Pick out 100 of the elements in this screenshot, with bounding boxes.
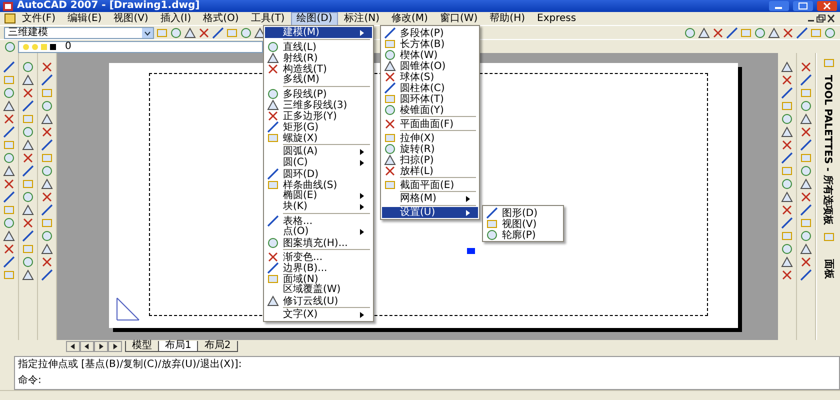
- menu-item[interactable]: 视图(V): [484, 218, 562, 229]
- circle-icon[interactable]: [4, 40, 16, 52]
- minimize-icon[interactable]: [769, 1, 789, 11]
- menu-item[interactable]: 直线(L): [265, 41, 372, 52]
- grip-handle[interactable]: [467, 248, 476, 254]
- menu-item[interactable]: 设置(U): [382, 207, 478, 218]
- triangle-icon[interactable]: [3, 230, 15, 242]
- cross-icon[interactable]: [3, 178, 15, 190]
- circle-icon[interactable]: [41, 100, 53, 112]
- line-icon[interactable]: [267, 215, 279, 227]
- menu-item[interactable]: 修订云线(U): [265, 295, 372, 306]
- palette-tab[interactable]: 面板: [822, 259, 836, 279]
- cross-icon[interactable]: [781, 74, 793, 86]
- circle-icon[interactable]: [41, 230, 53, 242]
- menu-bar-item[interactable]: 修改(M): [386, 12, 434, 26]
- circle-icon[interactable]: [684, 26, 696, 38]
- cross-icon[interactable]: [22, 152, 34, 164]
- menu-item[interactable]: 表格...: [265, 215, 372, 226]
- line-icon[interactable]: [781, 217, 793, 229]
- cross-icon[interactable]: [384, 118, 396, 130]
- circle-icon[interactable]: [267, 237, 279, 249]
- triangle-icon[interactable]: [22, 269, 34, 281]
- line-icon[interactable]: [22, 165, 34, 177]
- circle-icon[interactable]: [486, 229, 498, 241]
- menu-item[interactable]: 多段线(P): [265, 88, 372, 99]
- menu-item[interactable]: 圆(C): [265, 157, 372, 168]
- menu-item[interactable]: 建模(M): [265, 27, 372, 38]
- menu-item[interactable]: 三维多段线(3): [265, 99, 372, 110]
- cross-icon[interactable]: [800, 256, 812, 268]
- circle-icon[interactable]: [384, 104, 396, 116]
- line-icon[interactable]: [41, 204, 53, 216]
- cross-icon[interactable]: [267, 251, 279, 263]
- cross-icon[interactable]: [41, 61, 53, 73]
- circle-icon[interactable]: [781, 113, 793, 125]
- line-icon[interactable]: [22, 230, 34, 242]
- triangle-icon[interactable]: [267, 99, 279, 111]
- line-icon[interactable]: [212, 26, 224, 38]
- triangle-icon[interactable]: [41, 243, 53, 255]
- triangle-icon[interactable]: [800, 113, 812, 125]
- line-icon[interactable]: [486, 207, 498, 219]
- circle-icon[interactable]: [800, 230, 812, 242]
- triangle-icon[interactable]: [698, 26, 710, 38]
- circle-icon[interactable]: [800, 165, 812, 177]
- layout-tab[interactable]: 模型: [125, 341, 159, 352]
- workspace-dropdown[interactable]: 三维建模: [4, 26, 154, 38]
- circle-icon[interactable]: [384, 49, 396, 61]
- cross-icon[interactable]: [712, 26, 724, 38]
- menu-item[interactable]: 区域覆盖(W): [265, 284, 372, 295]
- line-icon[interactable]: [800, 139, 812, 151]
- circle-icon[interactable]: [22, 191, 34, 203]
- menu-item[interactable]: 轮廓(P): [484, 229, 562, 240]
- square-icon[interactable]: [384, 179, 396, 191]
- triangle-icon[interactable]: [3, 100, 15, 112]
- menu-item[interactable]: 圆弧(A): [265, 146, 372, 157]
- menu-item[interactable]: 边界(B)...: [265, 262, 372, 273]
- line-icon[interactable]: [22, 100, 34, 112]
- close-icon[interactable]: [826, 14, 836, 23]
- circle-icon[interactable]: [754, 26, 766, 38]
- circle-icon[interactable]: [781, 243, 793, 255]
- cross-icon[interactable]: [781, 269, 793, 281]
- triangle-icon[interactable]: [184, 26, 196, 38]
- line-icon[interactable]: [267, 168, 279, 180]
- line-icon[interactable]: [800, 74, 812, 86]
- line-icon[interactable]: [267, 121, 279, 133]
- cross-icon[interactable]: [22, 217, 34, 229]
- line-icon[interactable]: [3, 126, 15, 138]
- menu-bar-item[interactable]: 标注(N): [338, 12, 386, 26]
- cross-icon[interactable]: [781, 139, 793, 151]
- triangle-icon[interactable]: [384, 60, 396, 72]
- line-icon[interactable]: [41, 139, 53, 151]
- cross-icon[interactable]: [41, 256, 53, 268]
- menu-item[interactable]: 图案填充(H)...: [265, 237, 372, 248]
- menu-item[interactable]: 长方体(B): [382, 38, 478, 49]
- cross-icon[interactable]: [800, 126, 812, 138]
- menu-bar-item[interactable]: 视图(V): [108, 12, 154, 26]
- menu-item[interactable]: 图形(D): [484, 207, 562, 218]
- cross-icon[interactable]: [384, 71, 396, 83]
- cross-icon[interactable]: [800, 191, 812, 203]
- circle-icon[interactable]: [267, 88, 279, 100]
- menu-bar-item[interactable]: 绘图(D): [290, 12, 338, 26]
- menu-item[interactable]: 楔体(W): [382, 49, 478, 60]
- line-icon[interactable]: [781, 152, 793, 164]
- menu-item[interactable]: 圆柱体(C): [382, 82, 478, 93]
- menu-item[interactable]: 网格(M): [382, 193, 478, 204]
- line-icon[interactable]: [267, 262, 279, 274]
- line-icon[interactable]: [384, 82, 396, 94]
- line-icon[interactable]: [41, 74, 53, 86]
- cross-icon[interactable]: [781, 204, 793, 216]
- menu-bar-item[interactable]: 文件(F): [16, 12, 62, 26]
- line-icon[interactable]: [800, 204, 812, 216]
- layout-tab[interactable]: 布局1: [158, 341, 198, 352]
- triangle-icon[interactable]: [768, 26, 780, 38]
- menu-item[interactable]: 构造线(T): [265, 63, 372, 74]
- circle-icon[interactable]: [22, 126, 34, 138]
- cross-icon[interactable]: [267, 110, 279, 122]
- triangle-icon[interactable]: [781, 191, 793, 203]
- circle-icon[interactable]: [384, 143, 396, 155]
- circle-icon[interactable]: [267, 41, 279, 53]
- cross-icon[interactable]: [3, 113, 15, 125]
- triangle-icon[interactable]: [781, 256, 793, 268]
